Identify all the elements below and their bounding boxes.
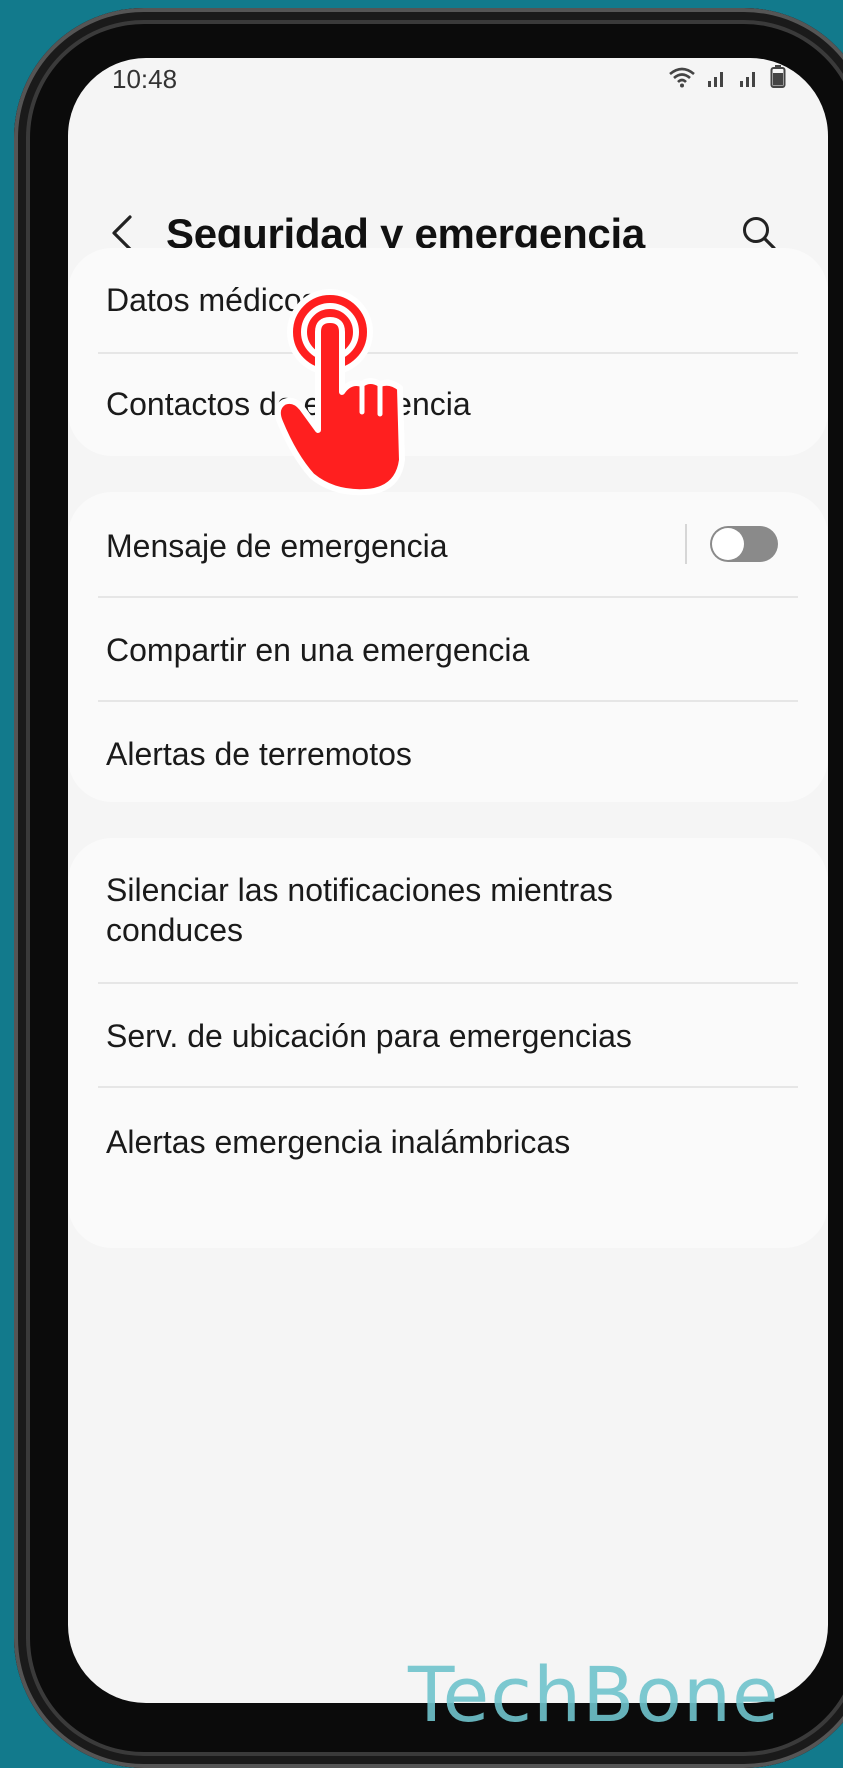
watermark-logo: TechBone bbox=[408, 1650, 780, 1739]
status-time: 10:48 bbox=[112, 64, 178, 94]
status-bar: 10:48 bbox=[68, 58, 828, 108]
settings-group-emergency: Mensaje de emergencia Compartir en una e… bbox=[68, 492, 828, 802]
toggle-separator bbox=[685, 524, 687, 564]
list-item-label: Compartir en una emergencia bbox=[106, 632, 530, 668]
list-item-contactos-emergencia[interactable]: Contactos de emergencia bbox=[68, 354, 828, 456]
list-item-label: Alertas emergencia inalámbricas bbox=[106, 1124, 571, 1160]
signal-icon bbox=[706, 68, 728, 88]
phone-screen: 10:48 Seguridad y emergencia Datos médic… bbox=[68, 58, 828, 1703]
list-item-label: Serv. de ubicación para emergencias bbox=[106, 1018, 632, 1054]
list-item-label: Alertas de terremotos bbox=[106, 736, 412, 772]
list-item-datos-medicos[interactable]: Datos médicos bbox=[68, 248, 828, 352]
list-item-label: Silenciar las notificaciones mientras co… bbox=[106, 872, 613, 948]
battery-icon bbox=[770, 64, 786, 88]
toggle-knob bbox=[712, 528, 744, 560]
signal-icon bbox=[738, 68, 760, 88]
settings-group-driving-location: Silenciar las notificaciones mientras co… bbox=[68, 838, 828, 1248]
list-item-ubicacion-emergencias[interactable]: Serv. de ubicación para emergencias bbox=[68, 984, 828, 1086]
settings-group-contacts: Datos médicos Contactos de emergencia bbox=[68, 248, 828, 456]
wifi-icon bbox=[668, 66, 696, 88]
tap-hand-icon bbox=[274, 289, 405, 496]
list-item-mensaje-emergencia[interactable]: Mensaje de emergencia bbox=[68, 492, 828, 596]
list-item-silenciar-notificaciones[interactable]: Silenciar las notificaciones mientras co… bbox=[68, 838, 828, 982]
status-icons bbox=[668, 64, 828, 88]
list-item-label: Mensaje de emergencia bbox=[106, 528, 448, 564]
mensaje-emergencia-toggle[interactable] bbox=[710, 526, 778, 562]
list-item-alertas-terremotos[interactable]: Alertas de terremotos bbox=[68, 702, 828, 802]
list-item-compartir-emergencia[interactable]: Compartir en una emergencia bbox=[68, 598, 828, 700]
phone-frame: 10:48 Seguridad y emergencia Datos médic… bbox=[14, 8, 843, 1768]
chevron-left-icon bbox=[112, 215, 132, 251]
list-item-alertas-inalambricas[interactable]: Alertas emergencia inalámbricas bbox=[68, 1088, 828, 1194]
